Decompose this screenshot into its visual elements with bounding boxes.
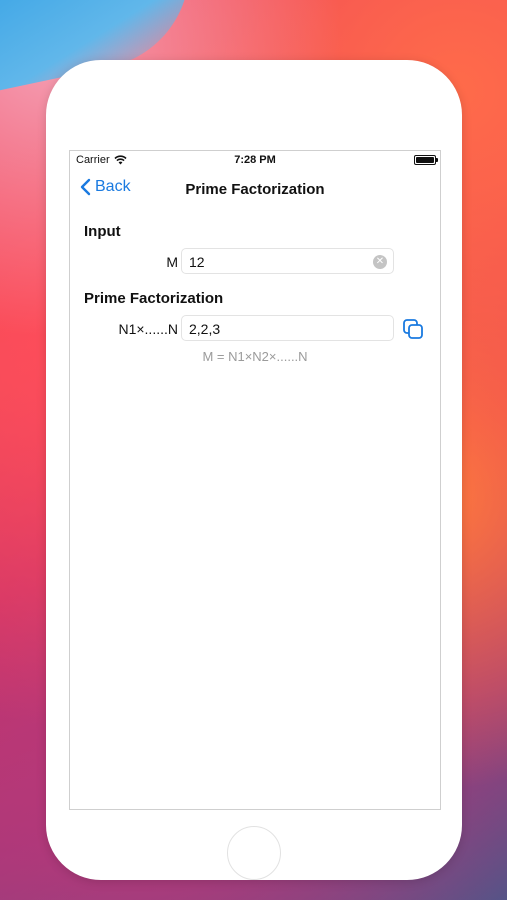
status-time: 7:28 PM: [234, 154, 276, 166]
m-input-value: 12: [189, 254, 205, 270]
factors-field-label: N1×......N: [118, 321, 178, 337]
input-row: M 12 ✕: [70, 248, 440, 276]
copy-icon[interactable]: [402, 318, 424, 340]
m-field-label: M: [166, 254, 178, 270]
app-screen: Carrier 7:28 PM Back Prime Factorization…: [69, 150, 441, 810]
home-button[interactable]: [227, 826, 281, 880]
result-row: N1×......N 2,2,3: [70, 315, 440, 343]
factors-value: 2,2,3: [189, 321, 221, 337]
phone-frame: Carrier 7:28 PM Back Prime Factorization…: [46, 60, 462, 880]
navigation-bar: Back Prime Factorization: [70, 169, 440, 209]
status-bar: Carrier 7:28 PM: [70, 151, 440, 169]
input-section-header: Input: [84, 223, 121, 240]
clear-icon[interactable]: ✕: [373, 255, 387, 269]
factors-output-field[interactable]: 2,2,3: [181, 315, 394, 341]
m-input[interactable]: 12 ✕: [181, 248, 394, 274]
battery-icon: [414, 155, 438, 165]
result-section-header: Prime Factorization: [84, 290, 224, 307]
page-title: Prime Factorization: [185, 181, 325, 198]
formula-hint: M = N1×N2×......N: [202, 349, 308, 364]
